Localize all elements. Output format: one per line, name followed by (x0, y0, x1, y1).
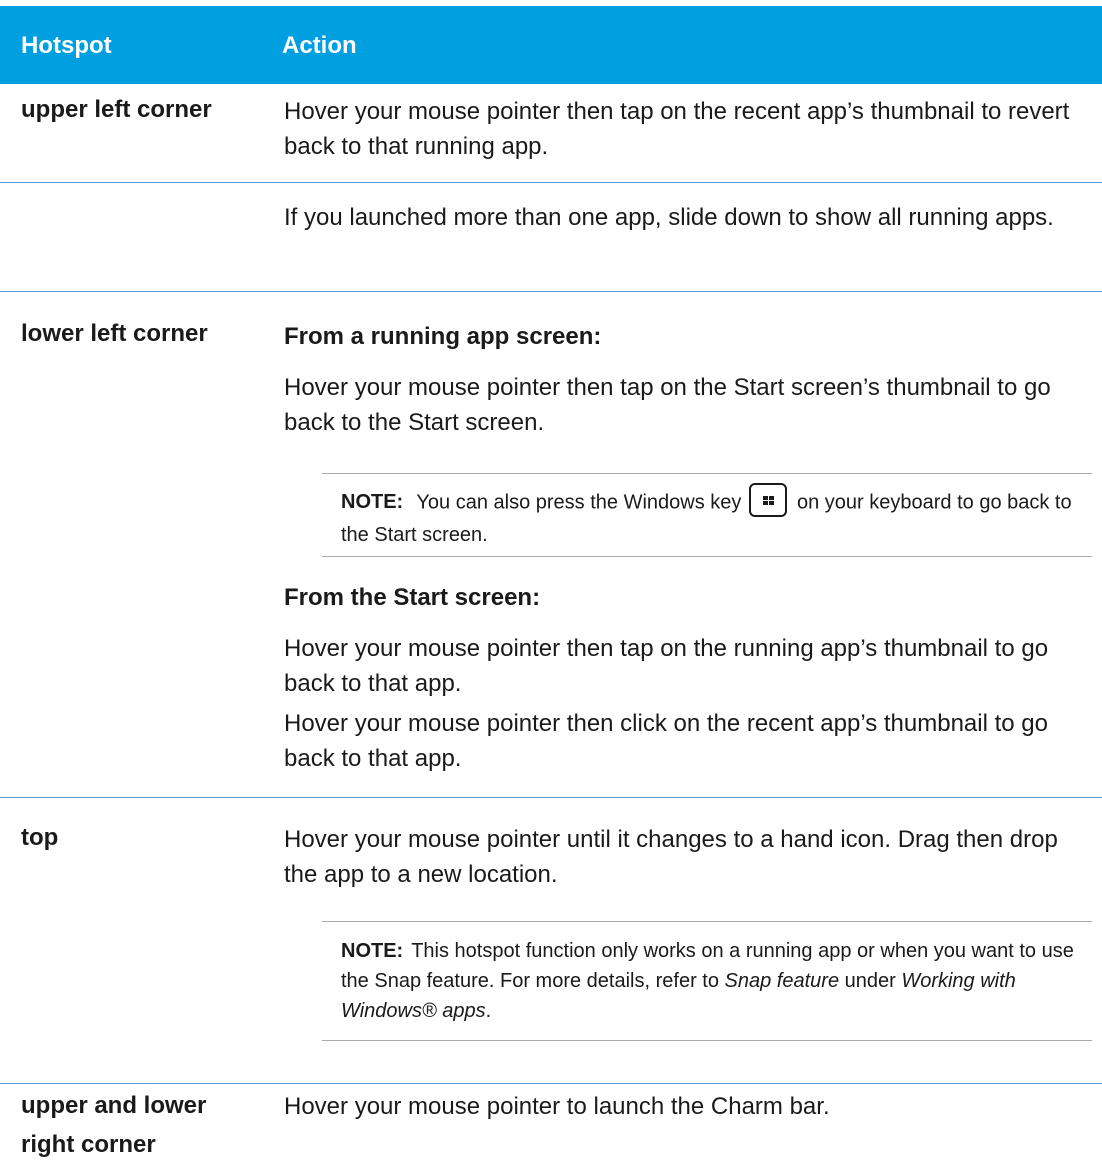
header-hotspot: Hotspot (21, 32, 112, 59)
hotspot-upper-left: upper left corner (21, 96, 212, 123)
row-divider (0, 291, 1102, 292)
action-recent-thumbnail: Hover your mouse pointer then click on t… (284, 710, 1048, 772)
note-snap-feature: NOTE: This hotspot function only works on… (322, 921, 1092, 1041)
hotspot-right-line1: upper and lower (21, 1092, 207, 1119)
row-divider (0, 182, 1102, 183)
subheading-running-app: From a running app screen: (284, 323, 602, 350)
action-running-apps: If you launched more than one app, slide… (284, 204, 1054, 231)
row-divider (0, 1083, 1102, 1084)
header-action: Action (282, 32, 357, 59)
hotspot-right-line2: right corner (21, 1131, 156, 1158)
note-text-before: You can also press the Windows key (416, 491, 742, 514)
note-windows-key: NOTE: You can also press the Windows key… (322, 473, 1092, 557)
action-running-thumbnail: Hover your mouse pointer then tap on the… (284, 635, 1049, 697)
table-header: Hotspot Action (0, 6, 1102, 84)
note-label: NOTE: (341, 940, 404, 962)
row-divider (0, 797, 1102, 798)
action-start-thumbnail: Hover your mouse pointer then tap on the… (284, 374, 1051, 436)
snap-feature-ref: Snap feature (724, 970, 840, 992)
hotspot-right-corner: upper and lower right corner (21, 1086, 206, 1164)
hotspot-lower-left: lower left corner (21, 320, 208, 347)
subheading-start-screen: From the Start screen: (284, 584, 541, 611)
action-upper-left: Hover your mouse pointer then tap on the… (284, 98, 1070, 160)
windows-key-icon (748, 483, 787, 517)
hotspot-top: top (21, 824, 59, 851)
hotspot-table: Hotspot Action upper left corner Hover y… (0, 0, 1102, 1174)
note-text-under: under (839, 970, 902, 992)
note-period: . (485, 1000, 492, 1022)
note-label: NOTE: (341, 491, 404, 514)
action-charm-bar: Hover your mouse pointer to launch the C… (284, 1093, 830, 1120)
action-top: Hover your mouse pointer until it change… (284, 826, 1058, 888)
